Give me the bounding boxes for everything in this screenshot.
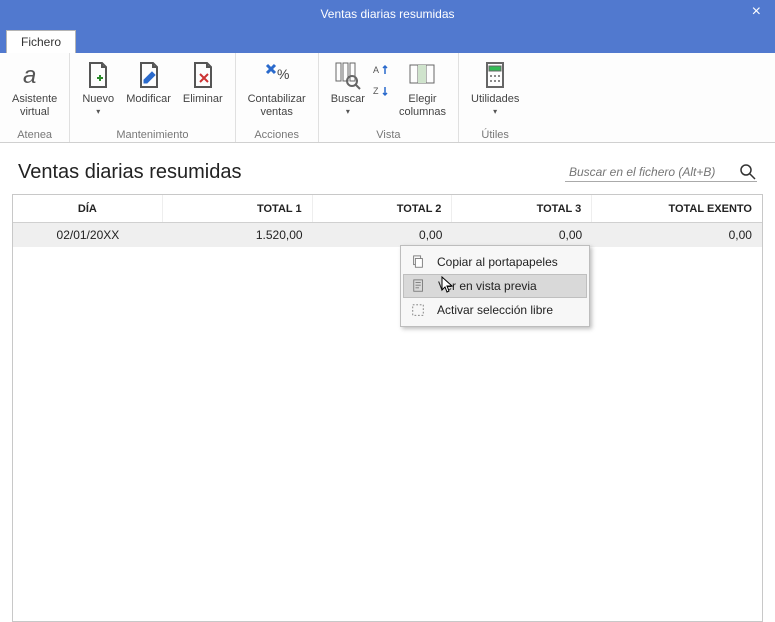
nuevo-label: Nuevo: [82, 93, 114, 106]
search-box[interactable]: [565, 163, 757, 182]
col-header-total2[interactable]: TOTAL 2: [313, 195, 453, 222]
col-header-total-exento[interactable]: TOTAL EXENTO: [592, 195, 762, 222]
cursor-icon: [441, 276, 455, 294]
group-label-acciones: Acciones: [254, 129, 299, 143]
nuevo-button[interactable]: Nuevo ▾: [76, 57, 120, 129]
col-header-dia[interactable]: DÍA: [13, 195, 163, 222]
atenea-icon: a: [19, 59, 51, 91]
ribbon-group-acciones: % Contabilizar ventas Acciones: [236, 53, 319, 142]
ribbon-group-vista: Buscar ▾ AZ Z Elegir columnas: [319, 53, 459, 142]
group-label-utiles: Útiles: [481, 129, 509, 143]
asistente-label: Asistente virtual: [12, 93, 57, 118]
cell-dia: 02/01/20XX: [13, 228, 163, 242]
cell-total1: 1.520,00: [163, 228, 313, 242]
modificar-button[interactable]: Modificar: [120, 57, 177, 129]
utilidades-button[interactable]: Utilidades ▾: [465, 57, 525, 129]
eliminar-button[interactable]: Eliminar: [177, 57, 229, 129]
ribbon: a Asistente virtual Atenea Nuevo ▾ Modif…: [0, 53, 775, 143]
close-icon[interactable]: ×: [746, 3, 767, 21]
elegir-label: Elegir columnas: [399, 93, 446, 118]
content-header: Ventas diarias resumidas: [0, 143, 775, 194]
preview-icon: [410, 277, 428, 295]
copy-icon: [409, 253, 427, 271]
contabilizar-label: Contabilizar ventas: [248, 93, 306, 118]
svg-text:Z: Z: [373, 86, 379, 96]
sort-asc-button[interactable]: AZ: [373, 63, 391, 82]
context-seleccion-libre-label: Activar selección libre: [437, 303, 553, 317]
tab-fichero[interactable]: Fichero: [6, 30, 76, 53]
elegir-columnas-button[interactable]: Elegir columnas: [393, 57, 452, 129]
new-document-icon: [82, 59, 114, 91]
col-header-total3[interactable]: TOTAL 3: [452, 195, 592, 222]
search-columns-icon: [332, 59, 364, 91]
cell-total2: 0,00: [313, 228, 453, 242]
cell-total3: 0,00: [452, 228, 592, 242]
group-label-vista: Vista: [376, 129, 400, 143]
table-row[interactable]: 02/01/20XX 1.520,00 0,00 0,00 0,00: [13, 223, 762, 247]
buscar-button[interactable]: Buscar ▾: [325, 57, 371, 129]
context-copiar-label: Copiar al portapapeles: [437, 255, 558, 269]
asistente-virtual-button[interactable]: a Asistente virtual: [6, 57, 63, 129]
svg-text:a: a: [23, 62, 36, 89]
modificar-label: Modificar: [126, 93, 171, 106]
contabilizar-icon: %: [261, 59, 293, 91]
columns-icon: [406, 59, 438, 91]
contabilizar-button[interactable]: % Contabilizar ventas: [242, 57, 312, 129]
dropdown-arrow-icon: ▾: [493, 107, 497, 116]
svg-text:%: %: [277, 66, 289, 82]
ribbon-tabs: Fichero: [0, 28, 775, 53]
col-header-total1[interactable]: TOTAL 1: [163, 195, 313, 222]
context-copiar[interactable]: Copiar al portapapeles: [403, 250, 587, 274]
title-bar: Ventas diarias resumidas ×: [0, 0, 775, 28]
context-menu: Copiar al portapapeles Ver en vista prev…: [400, 245, 590, 327]
grid-body: 02/01/20XX 1.520,00 0,00 0,00 0,00: [13, 223, 762, 247]
page-title: Ventas diarias resumidas: [18, 161, 241, 184]
context-vista-previa[interactable]: Ver en vista previa: [403, 274, 587, 298]
search-input[interactable]: [565, 163, 735, 181]
calculator-icon: [479, 59, 511, 91]
dropdown-arrow-icon: ▾: [346, 107, 350, 116]
data-grid: DÍA TOTAL 1 TOTAL 2 TOTAL 3 TOTAL EXENTO…: [12, 194, 763, 622]
grid-header: DÍA TOTAL 1 TOTAL 2 TOTAL 3 TOTAL EXENTO: [13, 195, 762, 223]
ribbon-group-utiles: Utilidades ▾ Útiles: [459, 53, 531, 142]
group-label-atenea: Atenea: [17, 129, 52, 143]
delete-document-icon: [187, 59, 219, 91]
utilidades-label: Utilidades: [471, 93, 519, 106]
ribbon-group-mantenimiento: Nuevo ▾ Modificar Eliminar Mantenimiento: [70, 53, 235, 142]
buscar-label: Buscar: [331, 93, 365, 106]
eliminar-label: Eliminar: [183, 93, 223, 106]
cell-total-exento: 0,00: [592, 228, 762, 242]
ribbon-group-atenea: a Asistente virtual Atenea: [0, 53, 70, 142]
group-label-mantenimiento: Mantenimiento: [116, 129, 188, 143]
edit-document-icon: [133, 59, 165, 91]
search-icon[interactable]: [739, 163, 757, 181]
window-title: Ventas diarias resumidas: [320, 7, 454, 21]
sort-buttons: AZ Z: [371, 57, 393, 105]
sort-desc-button[interactable]: Z: [373, 84, 391, 103]
selection-icon: [409, 301, 427, 319]
dropdown-arrow-icon: ▾: [96, 107, 100, 116]
svg-text:A: A: [373, 65, 379, 75]
context-seleccion-libre[interactable]: Activar selección libre: [403, 298, 587, 322]
